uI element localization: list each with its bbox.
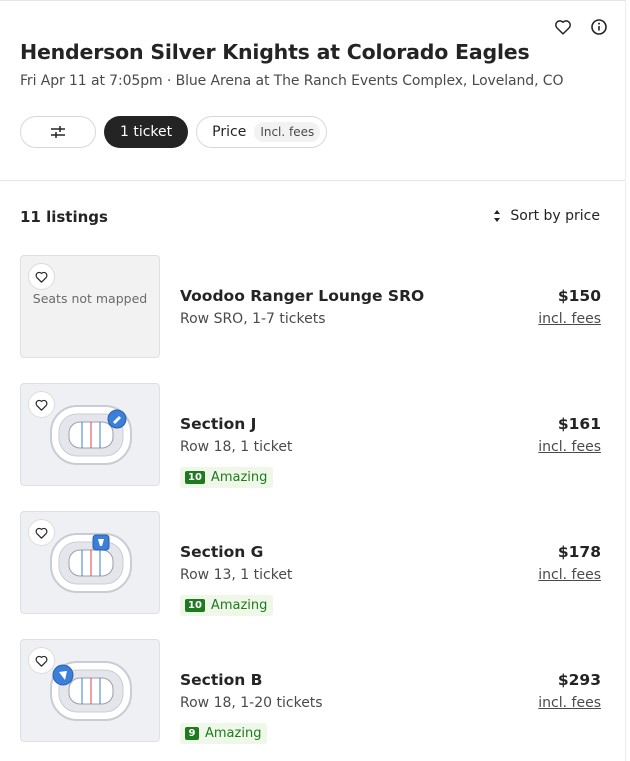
event-actions (552, 16, 610, 38)
deal-label: Amazing (210, 598, 268, 613)
event-title: Henderson Silver Knights at Colorado Eag… (20, 40, 530, 64)
price-pill-label: Price (212, 124, 247, 140)
listings-count: 11 listings (20, 208, 108, 226)
price-fees-note[interactable]: incl. fees (538, 695, 601, 711)
arena-map-icon (50, 533, 132, 593)
listing-thumbnail (20, 511, 160, 614)
listing-row: Row 18, 1 ticket (180, 439, 293, 455)
deal-score: 9 (185, 727, 199, 740)
listing-info: Section G Row 13, 1 ticket 10 Amazing (180, 543, 292, 616)
deal-score-badge: 10 Amazing (180, 595, 274, 616)
info-icon[interactable] (588, 16, 610, 38)
listing-item[interactable]: Section G Row 13, 1 ticket 10 Amazing $1… (20, 511, 601, 616)
listing-price: $161 incl. fees (538, 415, 601, 455)
price-fees-note[interactable]: incl. fees (538, 311, 601, 327)
quantity-pill[interactable]: 1 ticket (104, 116, 189, 148)
event-subtitle: Fri Apr 11 at 7:05pm · Blue Arena at The… (20, 73, 564, 89)
price-amount: $293 (557, 671, 601, 689)
section-divider (0, 180, 625, 181)
price-amount: $150 (557, 287, 601, 305)
listing-row: Row 13, 1 ticket (180, 567, 293, 583)
save-listing-heart-icon[interactable] (28, 391, 55, 418)
save-listing-heart-icon[interactable] (28, 647, 55, 674)
save-listing-heart-icon[interactable] (28, 263, 55, 290)
sort-label: Sort by price (510, 208, 600, 224)
listing-thumbnail (20, 383, 160, 486)
deal-score: 10 (185, 599, 205, 612)
listing-name: Section B (180, 671, 263, 689)
listing-price: $150 incl. fees (538, 287, 601, 327)
listing-info: Voodoo Ranger Lounge SRO Row SRO, 1-7 ti… (180, 287, 424, 327)
sort-button[interactable]: Sort by price (492, 208, 600, 224)
filter-bar: 1 ticket Price Incl. fees (20, 116, 328, 148)
scrollbar[interactable] (625, 0, 630, 761)
listing-item[interactable]: Section B Row 18, 1-20 tickets 9 Amazing… (20, 639, 601, 744)
listing-name: Section J (180, 415, 257, 433)
price-amount: $161 (557, 415, 601, 433)
seats-not-mapped-text: Seats not mapped (32, 291, 148, 306)
listing-price: $293 incl. fees (538, 671, 601, 711)
top-border (0, 0, 625, 1)
price-amount: $178 (557, 543, 601, 561)
listing-item[interactable]: Section J Row 18, 1 ticket 10 Amazing $1… (20, 383, 601, 488)
heart-icon[interactable] (552, 16, 574, 38)
deal-score-badge: 10 Amazing (180, 467, 274, 488)
listing-info: Section J Row 18, 1 ticket 10 Amazing (180, 415, 292, 488)
listing-name: Voodoo Ranger Lounge SRO (180, 287, 425, 305)
listing-thumbnail (20, 639, 160, 742)
listing-thumbnail: Seats not mapped (20, 255, 160, 358)
listing-name: Section G (180, 543, 264, 561)
price-pill[interactable]: Price Incl. fees (196, 116, 328, 148)
filters-button[interactable] (20, 116, 96, 148)
price-fees-note[interactable]: incl. fees (538, 567, 601, 583)
deal-score: 10 (185, 471, 205, 484)
listing-item[interactable]: Seats not mapped Voodoo Ranger Lounge SR… (20, 255, 601, 359)
sliders-icon (51, 126, 65, 138)
deal-label: Amazing (210, 470, 268, 485)
price-fees-note[interactable]: incl. fees (538, 439, 601, 455)
fees-tag: Incl. fees (254, 122, 321, 142)
arena-map-icon (50, 661, 132, 721)
sort-icon (494, 210, 501, 222)
deal-label: Amazing (205, 726, 262, 741)
deal-score-badge: 9 Amazing (180, 723, 268, 744)
listing-price: $178 incl. fees (538, 543, 601, 583)
listing-row: Row 18, 1-20 tickets (180, 695, 323, 711)
listing-row: Row SRO, 1-7 tickets (180, 311, 326, 327)
arena-map-icon (50, 405, 132, 465)
listing-info: Section B Row 18, 1-20 tickets 9 Amazing (180, 671, 323, 744)
save-listing-heart-icon[interactable] (28, 519, 55, 546)
